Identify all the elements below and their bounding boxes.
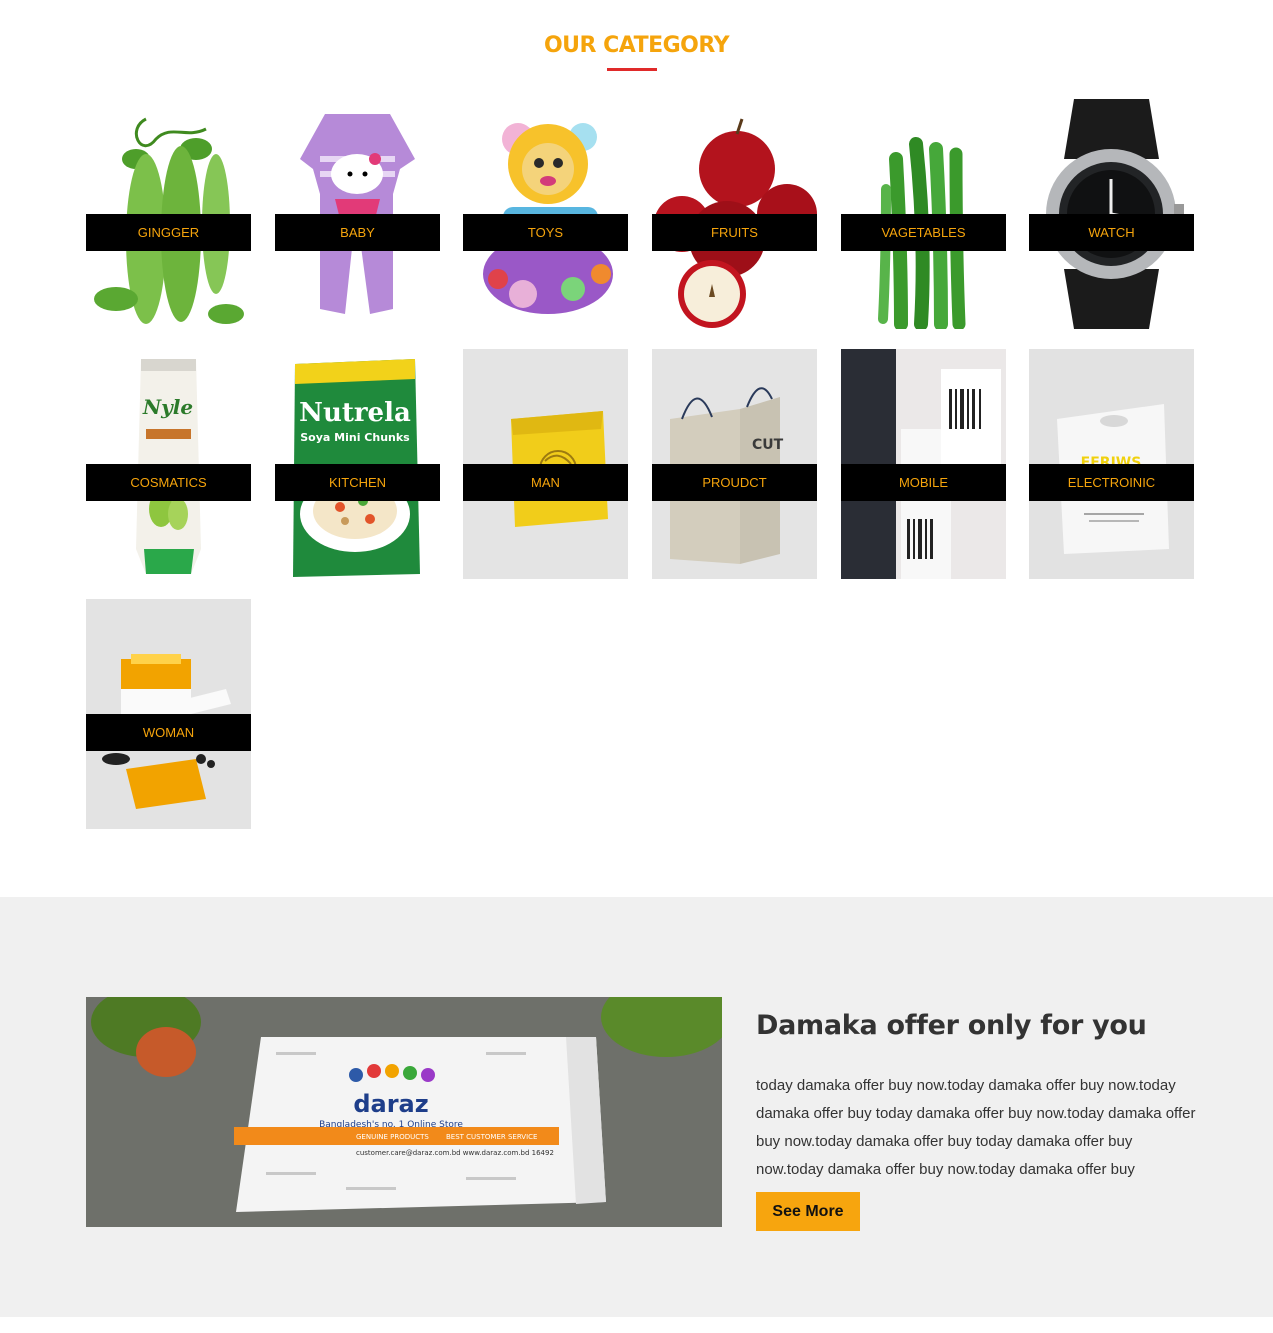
svg-text:Soya Mini Chunks: Soya Mini Chunks	[300, 431, 410, 444]
category-label: KITCHEN	[275, 464, 440, 501]
offer-image: daraz Bangladesh's no. 1 Online Store GE…	[86, 997, 722, 1227]
category-card-fruits[interactable]: FRUITS	[652, 99, 817, 329]
offer-image-bar-text-2: BEST CUSTOMER SERVICE	[446, 1133, 537, 1141]
see-more-button[interactable]: See More	[756, 1192, 860, 1231]
category-card-gingger[interactable]: GINGGER	[86, 99, 251, 329]
category-card-cosmatics[interactable]: Nyle COSMATICS	[86, 349, 251, 579]
category-label: VAGETABLES	[841, 214, 1006, 251]
category-card-watch[interactable]: WATCH	[1029, 99, 1194, 329]
offer-title: Damaka offer only for you	[756, 1010, 1147, 1041]
section-title: OUR CATEGORY	[543, 33, 730, 58]
category-card-proudct[interactable]: CUT PROUDCT	[652, 349, 817, 579]
category-label: GINGGER	[86, 214, 251, 251]
category-card-toys[interactable]: TOYS	[463, 99, 628, 329]
category-label: ELECTROINIC	[1029, 464, 1194, 501]
svg-text:CUT: CUT	[752, 437, 784, 453]
offer-image-brand: daraz	[353, 1090, 428, 1118]
category-card-mobile[interactable]: MOBILE	[841, 349, 1006, 579]
category-label: PROUDCT	[652, 464, 817, 501]
category-label: MAN	[463, 464, 628, 501]
category-label: WOMAN	[86, 714, 251, 751]
category-label: FRUITS	[652, 214, 817, 251]
category-card-woman[interactable]: WOMAN	[86, 599, 251, 829]
category-label: MOBILE	[841, 464, 1006, 501]
category-card-man[interactable]: MAN	[463, 349, 628, 579]
category-card-kitchen[interactable]: Nutrela Soya Mini Chunks KITCHEN	[275, 349, 440, 579]
offer-image-footer-text: customer.care@daraz.com.bd www.daraz.com…	[356, 1149, 554, 1157]
svg-text:Nyle: Nyle	[142, 395, 193, 419]
category-label: WATCH	[1029, 214, 1194, 251]
category-card-vagetables[interactable]: VAGETABLES	[841, 99, 1006, 329]
category-card-baby[interactable]: BABY	[275, 99, 440, 329]
category-label: TOYS	[463, 214, 628, 251]
offer-image-bar-text-1: GENUINE PRODUCTS	[356, 1133, 429, 1141]
svg-text:Nutrela: Nutrela	[299, 398, 411, 428]
category-card-electroinic[interactable]: FERIWS ELECTROINIC	[1029, 349, 1194, 579]
category-label: BABY	[275, 214, 440, 251]
title-underline	[607, 68, 657, 71]
category-label: COSMATICS	[86, 464, 251, 501]
offer-section: daraz Bangladesh's no. 1 Online Store GE…	[0, 897, 1273, 1317]
offer-text: today damaka offer buy now.today damaka …	[756, 1077, 1196, 1178]
